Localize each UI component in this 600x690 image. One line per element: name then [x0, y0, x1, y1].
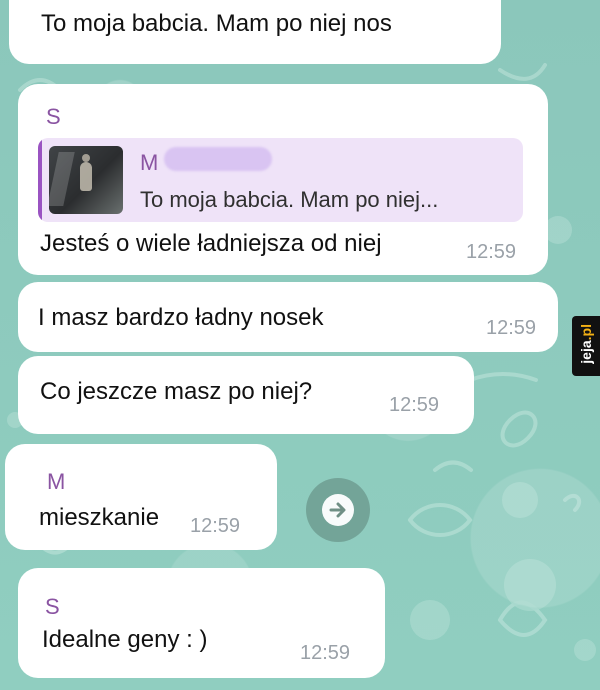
nose-message-text: I masz bardzo ładny nosek [38, 304, 324, 331]
reply-time: 12:59 [466, 241, 517, 263]
nose-time: 12:59 [486, 317, 537, 339]
quote-author: M [140, 150, 159, 175]
genes-message-text: Idealne geny : ) [42, 626, 208, 653]
reply-message-text: Jesteś o wiele ładniejsza od niej [40, 230, 382, 257]
nose-message-bubble[interactable]: I masz bardzo ładny nosek 12:59 [18, 282, 558, 352]
top-message-text: To moja babcia. Mam po niej nos [41, 10, 392, 37]
reply-sender: S [46, 104, 61, 129]
apartment-time: 12:59 [190, 515, 241, 537]
quoted-text: To moja babcia. Mam po niej... [140, 187, 439, 212]
top-message-bubble[interactable]: To moja babcia. Mam po niej nos [9, 0, 501, 64]
genes-message-bubble[interactable]: S Idealne geny : ) 12:59 [18, 568, 385, 678]
reply-message-bubble[interactable]: S M To moja babcia. Mam po niej... Jeste… [18, 84, 548, 275]
apartment-sender: M [47, 469, 66, 494]
forward-arrow-icon [322, 494, 354, 526]
watermark-main: jeja [578, 340, 594, 364]
genes-time: 12:59 [300, 642, 351, 664]
thumbnail-light [49, 152, 75, 206]
thumbnail-figure [80, 154, 92, 191]
genes-sender: S [45, 594, 60, 619]
forward-button[interactable] [306, 478, 370, 542]
apartment-message-bubble[interactable]: M mieszkanie 12:59 [5, 444, 277, 550]
question-message-bubble[interactable]: Co jeszcze masz po niej? 12:59 [18, 356, 474, 434]
watermark-text: jeja.pl [578, 324, 594, 364]
question-time: 12:59 [389, 394, 440, 416]
apartment-message-text: mieszkanie [39, 504, 160, 531]
question-message-text: Co jeszcze masz po niej? [40, 378, 313, 405]
jeja-watermark: jeja.pl [572, 316, 600, 376]
watermark-accent: .pl [578, 324, 594, 341]
quote-accent-bar [38, 138, 42, 222]
blurred-name [164, 147, 272, 171]
photo-thumbnail [49, 146, 123, 214]
quoted-message[interactable]: M To moja babcia. Mam po niej... [38, 138, 523, 222]
